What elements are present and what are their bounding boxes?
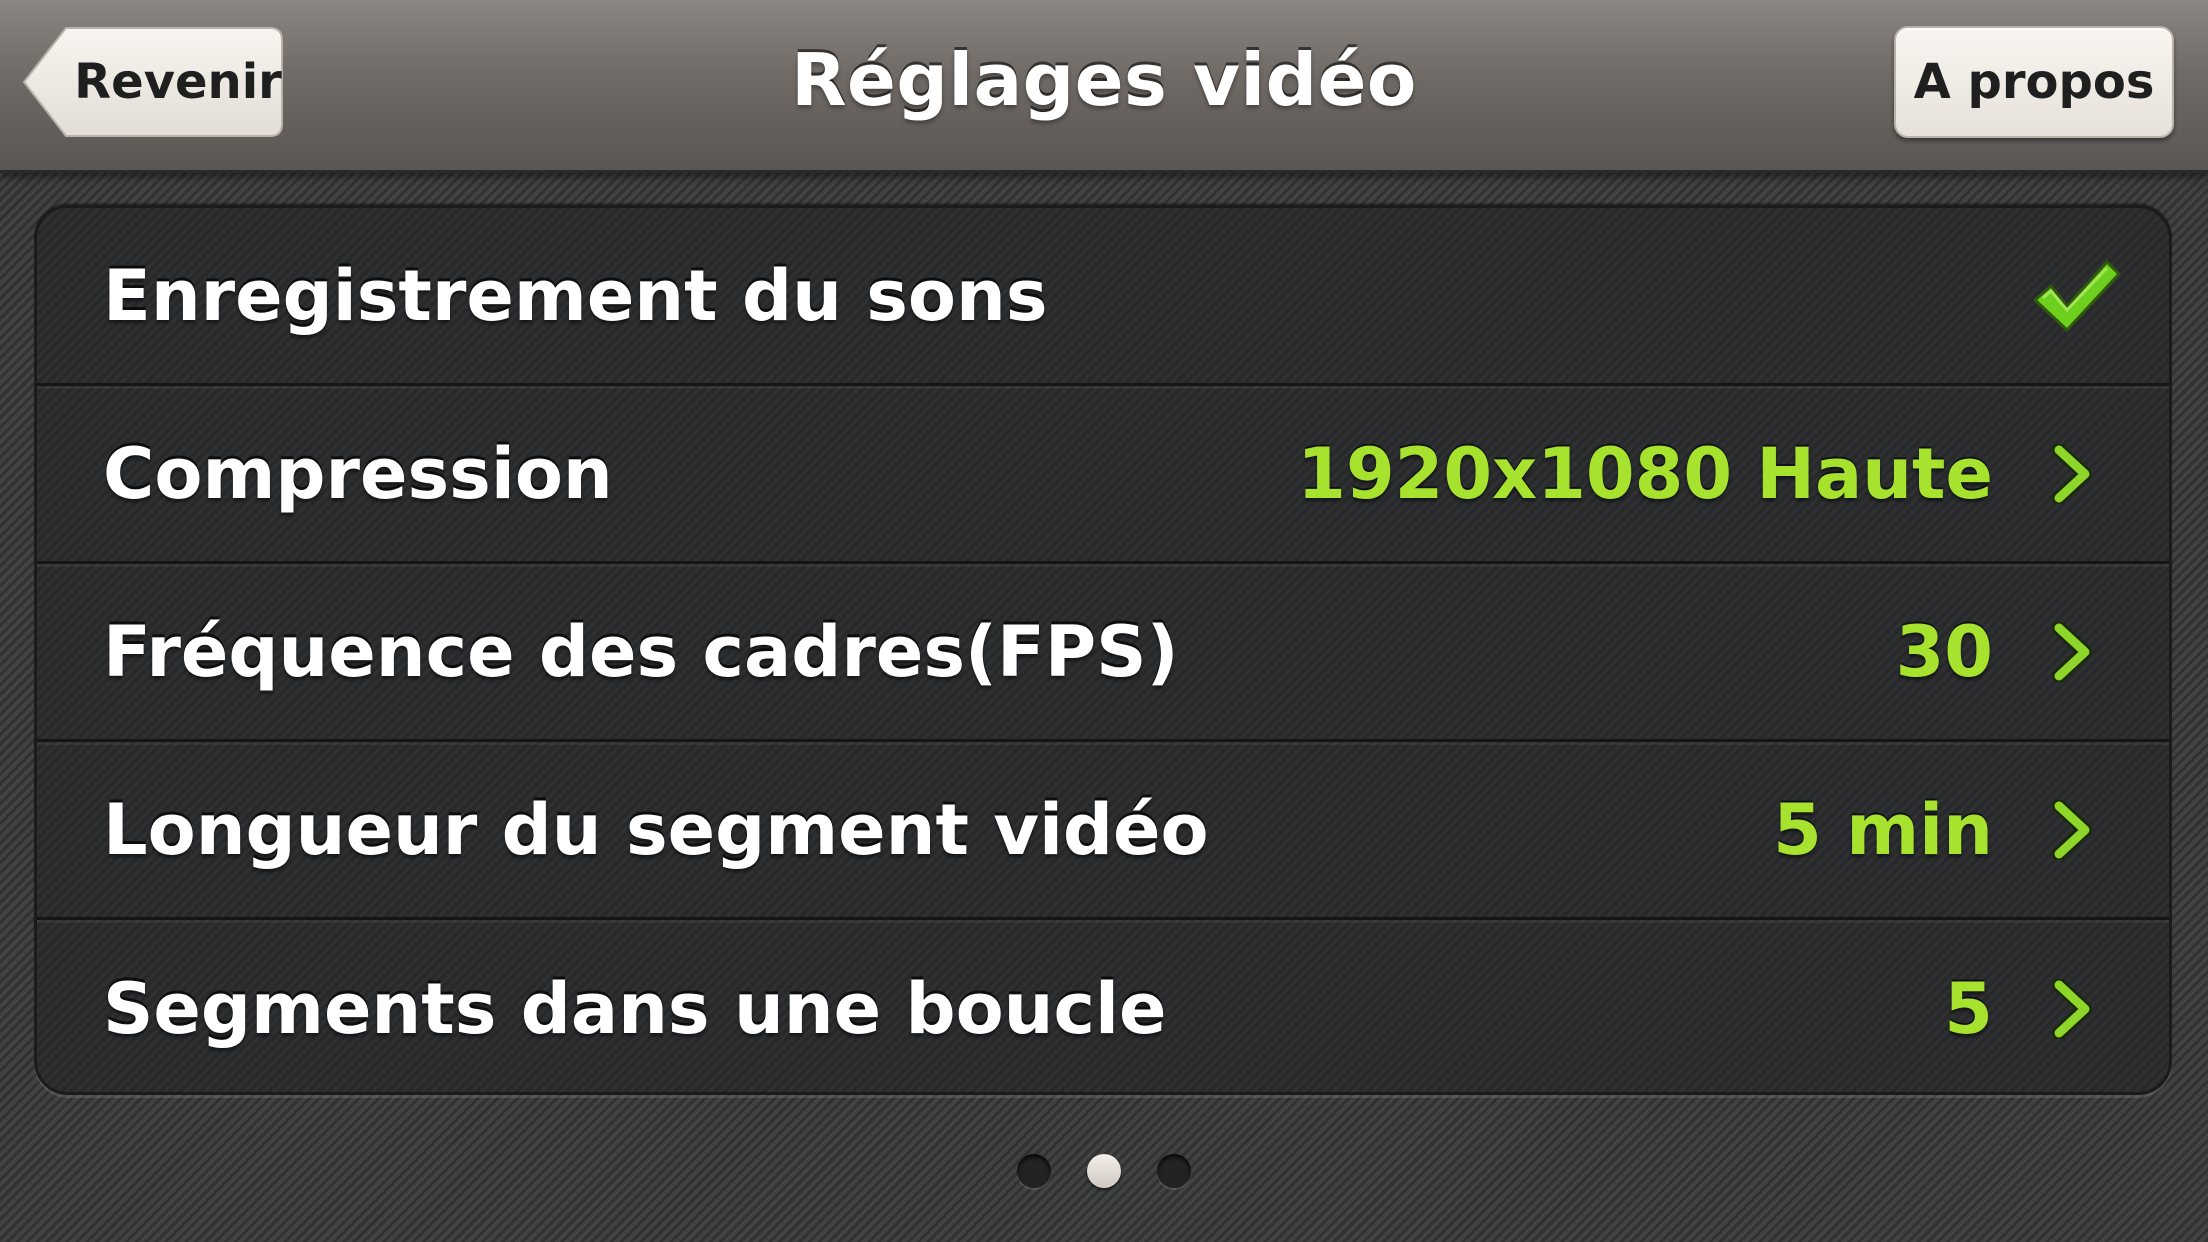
setting-value: 30 [1895,610,1993,693]
page-title: Réglages vidéo [791,38,1417,122]
setting-label: Longueur du segment vidéo [103,788,1209,871]
setting-row-compression[interactable]: Compression 1920x1080 Haute [37,386,2169,564]
setting-value: 5 [1944,968,1993,1050]
chevron-right-icon [2052,979,2092,1039]
setting-row-segments-in-loop[interactable]: Segments dans une boucle 5 [37,920,2169,1092]
page-dot-2-active[interactable] [1087,1154,1121,1188]
setting-label: Enregistrement du sons [103,254,1048,337]
setting-row-frame-rate[interactable]: Fréquence des cadres(FPS) 30 [37,564,2169,742]
navigation-bar: Revenir Réglages vidéo A propos [0,0,2208,173]
chevron-right-icon [2052,799,2092,860]
page-dot-3[interactable] [1157,1154,1191,1188]
page-dot-1[interactable] [1017,1154,1051,1188]
setting-label: Fréquence des cadres(FPS) [103,610,1179,693]
about-button[interactable]: A propos [1894,26,2174,138]
setting-value: 1920x1080 Haute [1297,432,1993,515]
page-indicator [0,1154,2208,1188]
chevron-right-icon [2052,443,2092,504]
setting-row-segment-length[interactable]: Longueur du segment vidéo 5 min [37,742,2169,920]
checkmark-icon[interactable] [2029,256,2123,336]
chevron-right-icon [2052,621,2092,682]
setting-row-audio-recording[interactable]: Enregistrement du sons [37,208,2169,386]
settings-list: Enregistrement du sons Compression 1920x… [34,205,2172,1095]
setting-value: 5 min [1773,788,1993,871]
setting-label: Segments dans une boucle [103,968,1167,1050]
setting-label: Compression [103,432,613,515]
